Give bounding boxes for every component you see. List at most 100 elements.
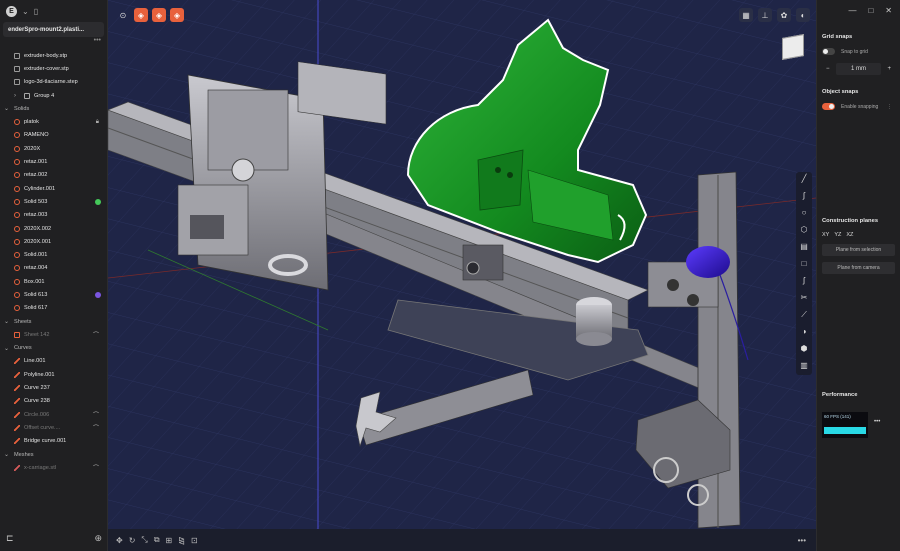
target-icon[interactable]: ⊙ <box>116 8 130 22</box>
move-icon[interactable]: ✥ <box>116 536 123 545</box>
curve-tool-icon[interactable]: ∫ <box>803 191 805 203</box>
lock-icon[interactable]: 🔒︎ <box>96 119 99 126</box>
scale-icon[interactable]: ⤡ <box>141 535 147 545</box>
union-icon[interactable]: ⊞ <box>166 536 173 545</box>
tree-item[interactable]: Bridge curve.001 <box>0 435 107 448</box>
tree-item[interactable]: 2020X.002 <box>0 222 107 235</box>
tree-item[interactable]: Sheet 142 ⌒ <box>0 328 107 341</box>
cut-tool-icon[interactable]: ✂ <box>801 293 808 305</box>
tree-item[interactable]: Polyline.001 <box>0 368 107 381</box>
app-logo[interactable]: E <box>6 5 17 17</box>
cube-view-icon[interactable]: ◈ <box>170 8 184 22</box>
cylinder-tool-icon[interactable]: ▤ <box>800 242 808 254</box>
grid-minus-button[interactable]: − <box>826 66 830 72</box>
mirror-icon[interactable]: ⧎ <box>178 536 185 545</box>
rectangle-tool-icon[interactable]: □ <box>802 259 807 271</box>
hidden-icon[interactable]: ⌒ <box>93 330 99 339</box>
chevron-icon[interactable]: ⌄ <box>4 318 10 325</box>
chevron-down-icon[interactable]: ⌄ <box>22 7 29 16</box>
tree-item[interactable]: 2020X <box>0 142 107 155</box>
tree-item[interactable]: extruder-body.stp <box>0 49 107 62</box>
3d-viewport[interactable]: ⊙ ◈ ◈ ◈ ▦ ⊥ ✿ ◐ ╱ ∫ ○ ⬡ ▤ □ ʃ ✂ ⟋ ◑ ⬢ ▥ … <box>108 0 816 551</box>
grid-size-value[interactable]: 1 mm <box>835 63 882 75</box>
polygon-tool-icon[interactable]: ⬡ <box>801 225 808 237</box>
solid-view-icon[interactable]: ◈ <box>134 8 148 22</box>
curve-icon <box>14 371 20 378</box>
snap-options-icon[interactable]: ⋮ <box>887 104 892 110</box>
chevron-icon[interactable]: ⌄ <box>4 345 10 352</box>
render-icon[interactable]: ✿ <box>777 8 791 22</box>
file-tab[interactable]: enderSpro-mount2.plasti... <box>3 22 104 37</box>
hidden-icon[interactable]: ⌒ <box>93 423 99 432</box>
plane-from-camera-button[interactable]: Plane from camera <box>822 262 895 274</box>
tree-item[interactable]: Curve 237 <box>0 381 107 394</box>
tree-section-header[interactable]: ⌄ Curves <box>0 342 107 355</box>
grid-plus-button[interactable]: + <box>887 66 891 72</box>
tree-item[interactable]: retaz.002 <box>0 169 107 182</box>
tree-item[interactable]: Box.001 <box>0 275 107 288</box>
tree-section-header[interactable]: ⌄ Solids <box>0 102 107 115</box>
shell-tool-icon[interactable]: ◑ <box>802 327 807 339</box>
sidebar-toggle-icon[interactable]: ▯ <box>34 7 38 16</box>
view-cube[interactable] <box>782 34 804 60</box>
chevron-icon[interactable]: ⌄ <box>4 451 10 458</box>
performance-more-icon[interactable]: ••• <box>874 419 880 425</box>
more-options-icon[interactable]: ••• <box>798 536 806 545</box>
tree-item-label: extruder-cover.stp <box>24 65 69 72</box>
box-tool-icon[interactable]: ⬢ <box>801 344 808 356</box>
tree-item[interactable]: extruder-cover.stp <box>0 62 107 75</box>
tree-item[interactable]: Solid 617 <box>0 302 107 315</box>
tree-item[interactable]: › Group 4 <box>0 89 107 102</box>
tree-item[interactable]: platok 🔒︎ <box>0 115 107 128</box>
line-tool-icon[interactable]: ╱ <box>802 174 807 186</box>
database-icon[interactable]: ▥ <box>800 361 808 373</box>
tree-item[interactable]: retaz.003 <box>0 209 107 222</box>
plane-from-selection-button[interactable]: Plane from selection <box>822 244 895 256</box>
trim-tool-icon[interactable]: ⟋ <box>801 310 807 322</box>
tree-item[interactable]: Solid 613 <box>0 288 107 301</box>
tree-item[interactable]: x-carriage.stl ⌒ <box>0 461 107 474</box>
tree-item[interactable]: RAMENO <box>0 129 107 142</box>
axes-icon[interactable]: ⊥ <box>758 8 772 22</box>
tree-item[interactable]: Line.001 <box>0 355 107 368</box>
maximize-button[interactable]: □ <box>868 6 873 15</box>
tree-item[interactable]: logo-3d-tlaciarne.step <box>0 76 107 89</box>
tree-item[interactable]: Circle.006 ⌒ <box>0 408 107 421</box>
circle-tool-icon[interactable]: ○ <box>802 208 807 220</box>
hidden-icon[interactable]: ⌒ <box>93 463 99 472</box>
shading-icon[interactable]: ◐ <box>796 8 810 22</box>
tree-item[interactable]: Cylinder.001 <box>0 182 107 195</box>
plane-yz-button[interactable]: YZ <box>834 232 841 238</box>
tree-item[interactable]: Solid.001 <box>0 248 107 261</box>
enable-snapping-toggle[interactable] <box>822 103 835 110</box>
tree-section-header[interactable]: ⌄ Sheets <box>0 315 107 328</box>
close-button[interactable]: ✕ <box>885 6 892 15</box>
zoom-icon[interactable]: ⊕ <box>94 533 102 544</box>
tree-item[interactable]: Curve 238 <box>0 395 107 408</box>
tree-section-header[interactable]: ⌄ Meshes <box>0 448 107 461</box>
boolean-icon[interactable]: ⧉ <box>154 535 160 545</box>
chevron-icon[interactable]: › <box>14 93 20 99</box>
array-icon[interactable]: ⊡ <box>191 536 198 545</box>
tree-item[interactable]: Solid 503 <box>0 195 107 208</box>
plane-xz-button[interactable]: XZ <box>846 232 853 238</box>
chevron-icon[interactable]: ⌄ <box>4 105 10 112</box>
tree-item[interactable]: retaz.001 <box>0 155 107 168</box>
rotate-icon[interactable]: ↻ <box>129 536 136 545</box>
plane-xy-button[interactable]: XY <box>822 232 829 238</box>
construction-planes-section: Construction planes XY YZ XZ Plane from … <box>817 218 900 274</box>
tree-item-label: Solid 617 <box>24 305 48 312</box>
tree-item[interactable]: 2020X.001 <box>0 235 107 248</box>
hidden-icon[interactable]: ⌒ <box>93 410 99 419</box>
import-icon[interactable]: ⊏ <box>6 533 14 544</box>
tree-options-icon[interactable]: ••• <box>0 37 107 46</box>
scene-render[interactable] <box>108 0 816 551</box>
tree-item[interactable]: retaz.004 <box>0 262 107 275</box>
spline-tool-icon[interactable]: ʃ <box>803 276 805 288</box>
minimize-button[interactable]: — <box>848 6 856 15</box>
box-view-icon[interactable]: ◈ <box>152 8 166 22</box>
snap-to-grid-toggle[interactable] <box>822 48 835 55</box>
tree-item[interactable]: Offset curve.... ⌒ <box>0 421 107 434</box>
solid-icon <box>14 238 20 245</box>
layers-icon[interactable]: ▦ <box>739 8 753 22</box>
